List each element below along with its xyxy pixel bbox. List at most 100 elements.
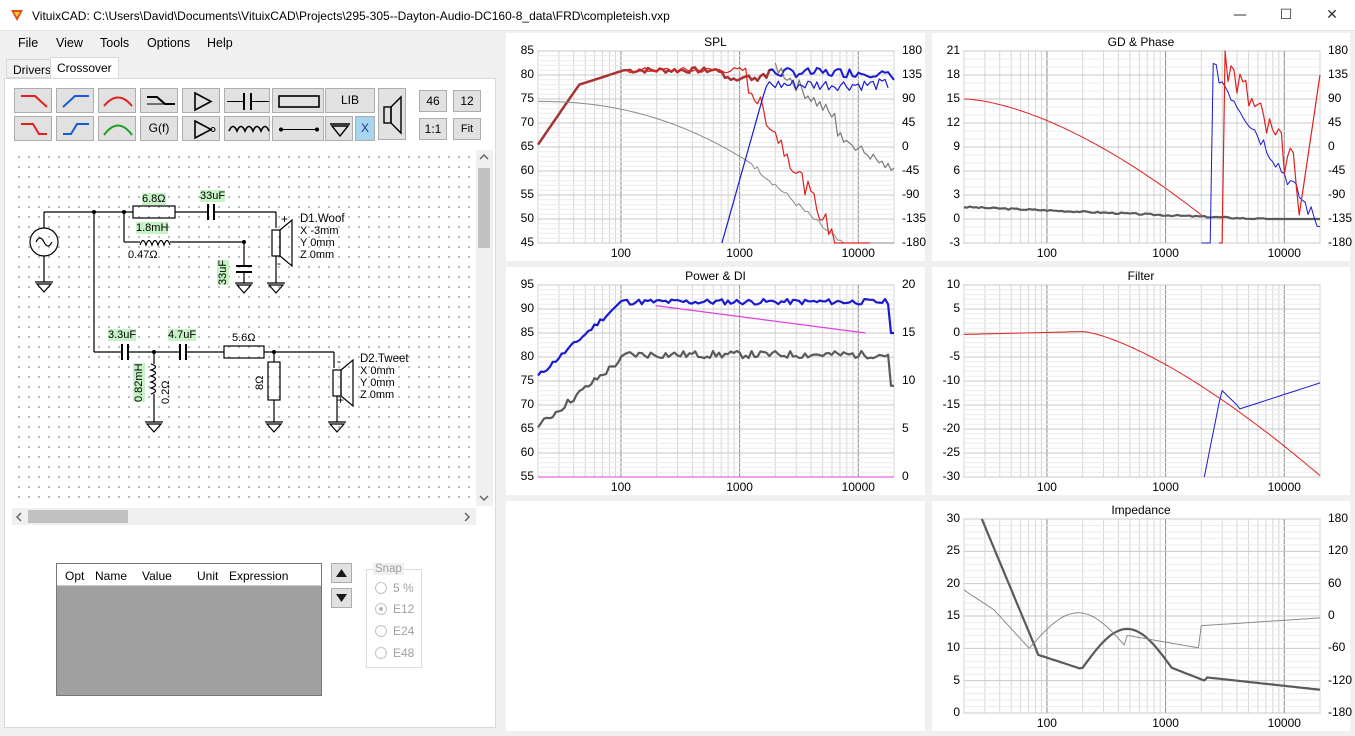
minus-sign-2: - <box>337 354 341 368</box>
imp-y2tick: -120 <box>1328 672 1353 687</box>
gd-ytick: -3 <box>949 235 960 249</box>
snap-radio-e12[interactable] <box>375 603 387 615</box>
imp-y2tick: 60 <box>1328 575 1342 590</box>
spl-xtick: 1000 <box>726 246 753 260</box>
d1-z: Z 0mm <box>300 249 335 261</box>
l2-label[interactable]: 0.82mH <box>133 363 145 402</box>
gd-xtick: 100 <box>1036 246 1057 260</box>
gd-y2tick: 90 <box>1328 91 1342 105</box>
imp-y2tick: -180 <box>1328 705 1353 719</box>
gd-y2tick: 135 <box>1328 67 1349 81</box>
col-unit[interactable]: Unit <box>197 569 218 583</box>
filter-chart-panel[interactable]: Filter 10 5 0 -5 -10 -15 -20 -25 -30 100 1000 10000 <box>932 267 1350 495</box>
filter-ytick: -30 <box>942 469 960 483</box>
arrow-down-icon <box>336 594 347 602</box>
r1-label[interactable]: 6.8Ω <box>142 193 166 205</box>
filter-ytick: 5 <box>953 301 960 315</box>
scroll-right-icon[interactable] <box>463 512 471 522</box>
minus-sign-1: - <box>277 256 281 270</box>
gd-y2tick: -180 <box>1328 235 1353 249</box>
arrow-up-icon <box>336 569 347 577</box>
scroll-left-icon[interactable] <box>15 512 23 522</box>
spl-ytick: 65 <box>520 139 534 153</box>
d2-x: X 0mm <box>360 365 395 377</box>
gd-xtick: 10000 <box>1267 246 1301 260</box>
gd-chart-panel[interactable]: GD & Phase 21 18 15 12 9 6 3 0 -3 180 135 90 45 0 -45-… <box>932 33 1352 261</box>
schematic-vertical-scrollbar[interactable] <box>476 150 493 506</box>
col-value[interactable]: Value <box>142 569 172 583</box>
col-name[interactable]: Name <box>95 569 127 583</box>
l1r-label[interactable]: 0.47Ω <box>128 249 158 261</box>
filter-ytick: 0 <box>953 325 960 339</box>
c3-label[interactable]: 3.3uF <box>108 329 137 341</box>
gd-y2tick: -45 <box>1328 163 1346 177</box>
c4-label[interactable]: 4.7uF <box>168 329 197 341</box>
power-chart-panel[interactable]: Power & DI 95 90 85 80 75 70 65 60 55 20 15 10 5 0 100… <box>506 267 925 495</box>
d1-y: Y 0mm <box>300 237 335 249</box>
d1-x: X -3mm <box>300 225 339 237</box>
plus-sign-2: + <box>337 393 345 407</box>
d2-name: D2.Tweet <box>360 353 409 365</box>
vscroll-thumb[interactable] <box>478 168 490 248</box>
power-xtick: 1000 <box>726 480 753 494</box>
spl-chart-panel[interactable]: SPL 85 80 75 70 65 60 55 50 45 180 135 90 45 0 -45 -90-… <box>506 33 926 261</box>
col-opt[interactable]: Opt <box>65 569 84 583</box>
imp-xtick: 1000 <box>1152 716 1179 730</box>
impedance-chart-panel[interactable]: Impedance 30 25 20 15 10 5 0 180 120 60 0 -60 -120 -1… <box>932 501 1352 731</box>
imp-y2tick: -60 <box>1328 640 1346 655</box>
c1-label[interactable]: 33uF <box>200 190 226 202</box>
spl-ytick: 60 <box>520 163 534 177</box>
col-expression[interactable]: Expression <box>229 569 288 583</box>
plus-sign-1: + <box>281 212 289 226</box>
gd-y2tick: 0 <box>1328 139 1335 153</box>
gd-ytick: 18 <box>946 67 960 81</box>
snap-label-e12: E12 <box>393 602 415 616</box>
gd-ytick: 3 <box>953 187 960 201</box>
spl-ytick: 45 <box>520 235 534 249</box>
snap-radio-e48[interactable] <box>375 647 387 659</box>
gd-ytick: 0 <box>953 211 960 225</box>
gd-xtick: 1000 <box>1152 246 1179 260</box>
l2r-label[interactable]: 0.2Ω <box>160 380 172 404</box>
snap-group: Snap 5 % E12 E24 E48 <box>366 563 422 668</box>
maximize-button[interactable]: ☐ <box>1263 0 1309 31</box>
power-ytick: 95 <box>520 277 534 291</box>
power-ytick: 75 <box>520 373 534 387</box>
snap-radio-e24[interactable] <box>375 625 387 637</box>
move-up-button[interactable] <box>331 563 352 583</box>
close-button[interactable]: ✕ <box>1309 0 1355 31</box>
d1-name: D1.Woof <box>300 213 345 225</box>
r3-label[interactable]: 8Ω <box>254 376 266 390</box>
move-down-button[interactable] <box>331 588 352 608</box>
l1-label[interactable]: 1.8mH <box>136 222 169 234</box>
snap-label-e48: E48 <box>393 646 415 660</box>
scroll-down-icon[interactable] <box>479 494 489 502</box>
driver2-label[interactable]: D2.Tweet X 0mm Y 0mm Z 0mm <box>360 353 409 401</box>
spl-ytick: 50 <box>520 211 534 225</box>
power-xtick: 100 <box>610 480 631 494</box>
imp-xtick: 100 <box>1036 716 1057 730</box>
hscroll-thumb[interactable] <box>28 510 128 523</box>
schematic-horizontal-scrollbar[interactable] <box>12 508 476 525</box>
snap-label-e24: E24 <box>393 624 415 638</box>
spl-ytick: 70 <box>520 115 534 129</box>
power-ytick: 85 <box>520 325 534 339</box>
c2-label[interactable]: 33uF <box>217 259 229 285</box>
snap-radio-5pct[interactable] <box>375 582 387 594</box>
imp-y2tick: 180 <box>1328 511 1349 525</box>
power-ytick: 60 <box>520 445 534 459</box>
spl-ytick: 85 <box>520 43 534 57</box>
optimizer-table[interactable]: Opt Name Value Unit Expression <box>56 563 322 696</box>
power-xtick: 10000 <box>841 480 875 494</box>
imp-xtick: 10000 <box>1267 716 1301 730</box>
scroll-up-icon[interactable] <box>479 153 489 161</box>
driver1-label[interactable]: D1.Woof X -3mm Y 0mm Z 0mm <box>300 213 345 261</box>
minimize-button[interactable]: — <box>1217 0 1263 31</box>
filter-ytick: -10 <box>942 373 960 387</box>
gd-y2tick: 180 <box>1328 43 1349 57</box>
optimizer-table-header: Opt Name Value Unit Expression <box>57 564 321 586</box>
filter-ytick: -5 <box>949 349 960 363</box>
r2-label[interactable]: 5.6Ω <box>232 332 256 344</box>
gd-y2tick: 45 <box>1328 115 1342 129</box>
gd-ytick: 15 <box>946 91 960 105</box>
